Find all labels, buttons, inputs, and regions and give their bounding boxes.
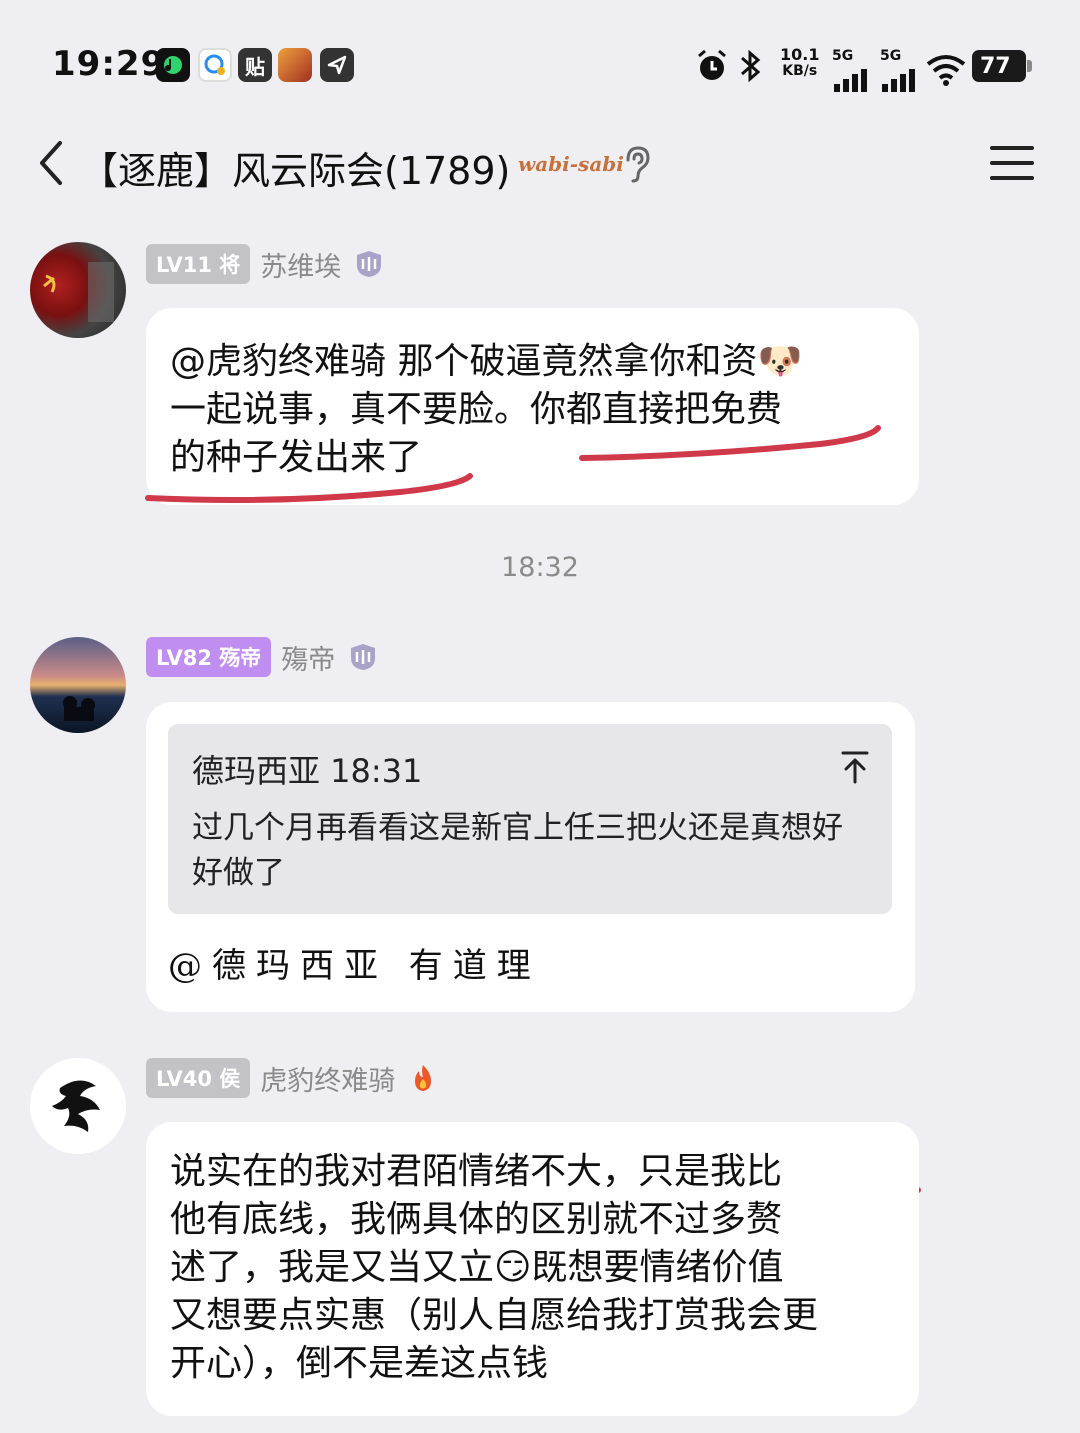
music-app-icon xyxy=(156,48,190,82)
network-speed: 10.1 KB/s xyxy=(780,46,819,80)
message-bubble[interactable]: 德玛西亚 18:31 过几个月再看看这是新官上任三把火还是真想好好做了 @德玛西… xyxy=(146,702,915,1012)
send-app-icon xyxy=(320,48,354,82)
chat-header: 【逐鹿】风云际会(1789) wabi-sabi xyxy=(0,120,1080,210)
avatar[interactable] xyxy=(30,242,126,338)
bluetooth-icon xyxy=(741,49,761,83)
back-button[interactable] xyxy=(32,138,72,188)
jump-to-quote-icon[interactable] xyxy=(840,750,870,784)
message-bubble[interactable]: @虎豹终难骑 那个破逼竟然拿你和资🐶 一起说事，真不要脸。你都直接把免费 的种子… xyxy=(146,308,919,505)
medal-icon xyxy=(351,644,376,670)
message-text: 说实在的我对君陌情绪不大，只是我比 他有底线，我俩具体的区别就不过多赘 述了，我… xyxy=(170,1151,819,1384)
wabi-sabi-label: wabi-sabi xyxy=(518,152,624,176)
menu-button[interactable] xyxy=(988,142,1036,184)
username[interactable]: 殤帝 xyxy=(281,638,335,677)
battery-indicator: 77 xyxy=(972,50,1032,82)
quoted-message[interactable]: 德玛西亚 18:31 过几个月再看看这是新官上任三把火还是真想好好做了 xyxy=(168,724,892,914)
quote-text: 过几个月再看看这是新官上任三把火还是真想好好做了 xyxy=(192,810,843,891)
medal-icon xyxy=(357,251,382,277)
avatar[interactable] xyxy=(30,1058,126,1154)
signal-bars-1-icon xyxy=(834,69,867,92)
username[interactable]: 苏维埃 xyxy=(260,245,341,284)
dragon-icon xyxy=(52,1080,100,1132)
message-bubble[interactable]: 说实在的我对君陌情绪不大，只是我比 他有底线，我俩具体的区别就不过多赘 述了，我… xyxy=(146,1122,919,1416)
status-time: 19:29 xyxy=(52,44,166,84)
alarm-icon xyxy=(698,49,726,80)
network-speed-value: 10.1 xyxy=(780,45,820,64)
tieba-app-icon: 贴 xyxy=(238,48,272,82)
signal-bars-2-icon xyxy=(882,69,915,92)
level-badge: LV11 将 xyxy=(146,244,251,284)
game-app-icon xyxy=(278,48,312,82)
chat-app-icon xyxy=(198,48,232,82)
group-title[interactable]: 【逐鹿】风云际会(1789) xyxy=(80,140,510,195)
level-badge: LV82 殇帝 xyxy=(146,637,272,677)
sender-meta: LV40 侯 虎豹终难骑 xyxy=(146,1058,439,1098)
quote-author-time: 德玛西亚 18:31 xyxy=(192,752,423,790)
status-bar: 19:29 贴 10.1 KB/s 5G 5G 77 xyxy=(0,0,1080,120)
sender-meta: LV11 将 苏维埃 xyxy=(146,244,385,284)
avatar[interactable] xyxy=(30,637,126,733)
fire-icon xyxy=(415,1065,432,1091)
message-text: @虎豹终难骑 那个破逼竟然拿你和资🐶 一起说事，真不要脸。你都直接把免费 的种子… xyxy=(170,341,803,478)
wifi-icon xyxy=(926,55,966,86)
ear-icon[interactable] xyxy=(620,144,654,184)
reply-text: @德玛西亚 有道理 xyxy=(168,946,541,986)
network-speed-unit: KB/s xyxy=(782,63,818,79)
sender-meta: LV82 殇帝 殤帝 xyxy=(146,637,379,677)
level-badge: LV40 侯 xyxy=(146,1058,251,1098)
username[interactable]: 虎豹终难骑 xyxy=(260,1059,395,1098)
timestamp-divider: 18:32 xyxy=(501,552,579,583)
